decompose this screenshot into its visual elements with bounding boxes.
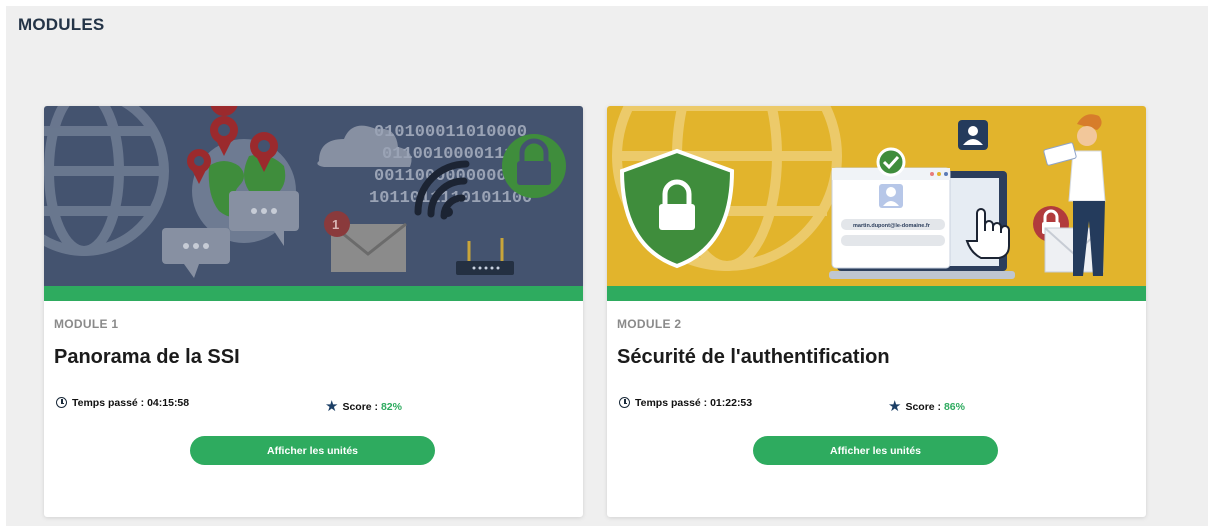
login-email: martin.dupont@le-domaine.fr (853, 223, 931, 229)
module-card-1: 010100011010000 0110010000111 0011000000… (44, 106, 583, 517)
clock-icon (619, 397, 630, 408)
login-card: martin.dupont@le-domaine.fr (831, 167, 951, 269)
star-icon: ★ (888, 398, 902, 415)
score-label: Score : (342, 401, 381, 413)
binary-line: 0110010000111 (382, 145, 515, 164)
score-value: 82% (380, 401, 402, 413)
star-icon: ★ (325, 398, 339, 415)
score: ★ Score : 86% (888, 397, 965, 415)
module-banner-1: 010100011010000 0110010000111 0011000000… (44, 106, 583, 286)
progress-bar (44, 286, 583, 301)
time-spent-label: Temps passé : 01:22:53 (635, 397, 753, 409)
clock-icon (56, 397, 67, 408)
module-card-2: martin.dupont@le-domaine.fr MODULE 2 Séc… (607, 106, 1146, 517)
module-label: MODULE 2 (617, 317, 682, 331)
time-spent-label: Temps passé : 04:15:58 (72, 397, 190, 409)
module-banner-2: martin.dupont@le-domaine.fr (607, 106, 1146, 286)
progress-bar (607, 286, 1146, 301)
padlock-icon (502, 134, 566, 198)
page: MODULES 010100011010000 0110010000111 00… (6, 6, 1208, 526)
module-label: MODULE 1 (54, 317, 119, 331)
module-title: Sécurité de l'authentification (617, 346, 890, 368)
show-units-button[interactable]: Afficher les unités (753, 436, 998, 465)
time-spent: Temps passé : 04:15:58 (56, 397, 189, 409)
score-value: 86% (943, 401, 965, 413)
user-icon (958, 120, 988, 150)
page-title: MODULES (18, 15, 105, 34)
score: ★ Score : 82% (325, 397, 402, 415)
time-spent: Temps passé : 01:22:53 (619, 397, 752, 409)
module-title: Panorama de la SSI (54, 346, 240, 368)
binary-line: 010100011010000 (374, 123, 527, 142)
svg-text:1: 1 (332, 217, 339, 232)
checkmark-icon (876, 147, 906, 177)
score-label: Score : (905, 401, 944, 413)
show-units-button[interactable]: Afficher les unités (190, 436, 435, 465)
